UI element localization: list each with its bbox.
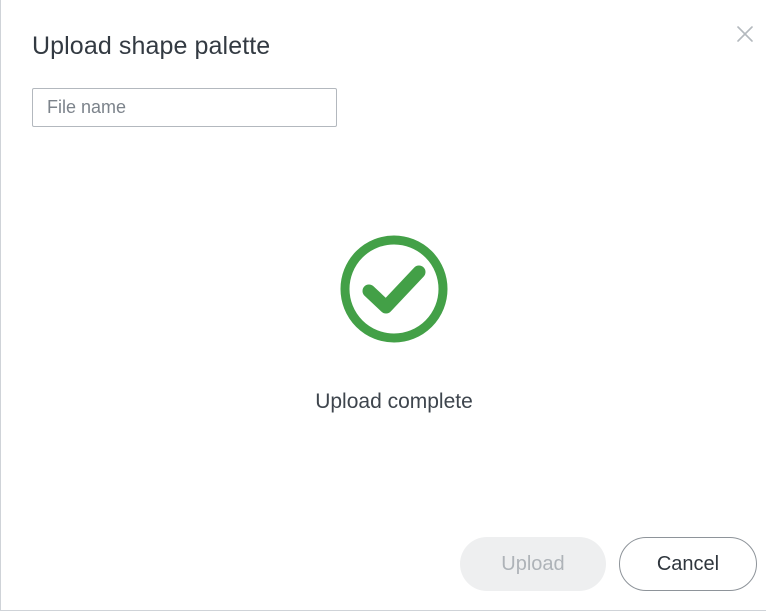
close-button[interactable]: [731, 20, 759, 48]
dialog-title: Upload shape palette: [32, 32, 271, 60]
close-icon: [737, 26, 753, 42]
upload-button[interactable]: Upload: [460, 537, 606, 591]
check-circle-icon: [340, 235, 448, 343]
upload-shape-palette-dialog: Upload shape palette Upload complete Upl…: [0, 0, 766, 611]
upload-status-text: Upload complete: [315, 390, 473, 413]
cancel-button[interactable]: Cancel: [619, 537, 757, 591]
file-name-input[interactable]: [32, 88, 337, 127]
